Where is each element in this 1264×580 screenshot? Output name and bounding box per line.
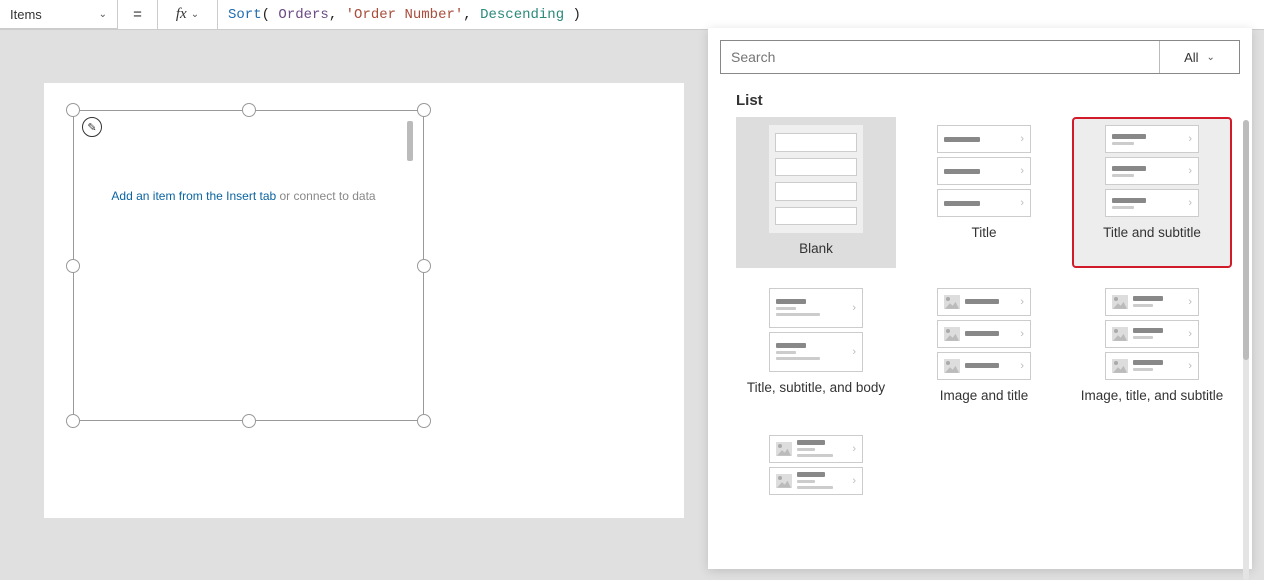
resize-handle[interactable] [417,103,431,117]
resize-handle[interactable] [66,103,80,117]
image-icon [1112,359,1128,373]
layout-tile-title[interactable]: › › › Title [904,117,1064,268]
chevron-down-icon: ⌄ [99,9,107,20]
layout-preview: › › › [937,125,1031,217]
fx-dropdown[interactable]: fx ⌄ [158,0,218,29]
image-icon [1112,327,1128,341]
layout-preview [769,125,863,233]
image-icon [944,327,960,341]
insert-tab-link[interactable]: Add an item from the Insert tab [111,189,276,203]
image-icon [1112,295,1128,309]
gallery-empty-message: Add an item from the Insert tab or conne… [74,189,413,203]
layout-preview: › › › [1105,288,1199,380]
layout-label: Image, title, and subtitle [1081,388,1224,405]
image-icon [944,359,960,373]
layout-tile-partial[interactable]: › › [736,427,896,497]
image-icon [776,442,792,456]
layout-label: Title [971,225,996,242]
chevron-down-icon: ⌄ [191,9,199,20]
search-row: All ⌄ [720,40,1240,74]
layout-preview: › › › [937,288,1031,380]
section-title-list: List [736,92,1238,109]
resize-handle[interactable] [242,414,256,428]
image-icon [944,295,960,309]
fx-label: fx [176,6,187,23]
filter-label: All [1184,50,1198,65]
search-input[interactable] [721,41,1159,73]
resize-handle[interactable] [66,414,80,428]
layout-label: Title and subtitle [1103,225,1201,242]
formula-input[interactable]: Sort( Orders, 'Order Number', Descending… [218,0,1264,29]
selected-gallery-control[interactable]: Add an item from the Insert tab or conne… [66,103,431,428]
chevron-down-icon: ⌄ [1207,52,1215,63]
resize-handle[interactable] [66,259,80,273]
layout-panel-body: List Blank › › › Title › [708,82,1252,569]
resize-handle[interactable] [242,103,256,117]
layout-grid: Blank › › › Title › › › Title and subtit… [736,117,1238,497]
filter-dropdown[interactable]: All ⌄ [1159,41,1239,73]
layout-preview: › › › [1105,125,1199,217]
layout-tile-image-title[interactable]: › › › Image and title [904,280,1064,415]
formula-bar: Items ⌄ = fx ⌄ Sort( Orders, 'Order Numb… [0,0,1264,30]
canvas[interactable]: Add an item from the Insert tab or conne… [44,83,684,518]
edit-pencil-icon[interactable]: ✎ [82,117,102,137]
resize-handle[interactable] [417,414,431,428]
scrollbar-thumb[interactable] [1243,120,1249,360]
gallery-border: Add an item from the Insert tab or conne… [73,110,424,421]
layout-label: Title, subtitle, and body [747,380,885,397]
property-label: Items [10,7,42,22]
layout-tile-title-subtitle[interactable]: › › › Title and subtitle [1072,117,1232,268]
layout-preview: › › [769,435,863,495]
layout-tile-blank[interactable]: Blank [736,117,896,268]
layout-tile-image-title-subtitle[interactable]: › › › Image, title, and subtitle [1072,280,1232,415]
scrollbar[interactable] [407,121,413,161]
image-icon [776,474,792,488]
layout-picker-panel: All ⌄ List Blank › › › Title [708,28,1252,569]
layout-label: Image and title [940,388,1029,405]
layout-label: Blank [799,241,833,258]
layout-tile-title-subtitle-body[interactable]: › › Title, subtitle, and body [736,280,896,415]
property-dropdown[interactable]: Items ⌄ [0,0,118,29]
layout-preview: › › [769,288,863,372]
resize-handle[interactable] [417,259,431,273]
connect-data-text: or connect to data [276,189,375,203]
equals-label: = [118,0,158,29]
